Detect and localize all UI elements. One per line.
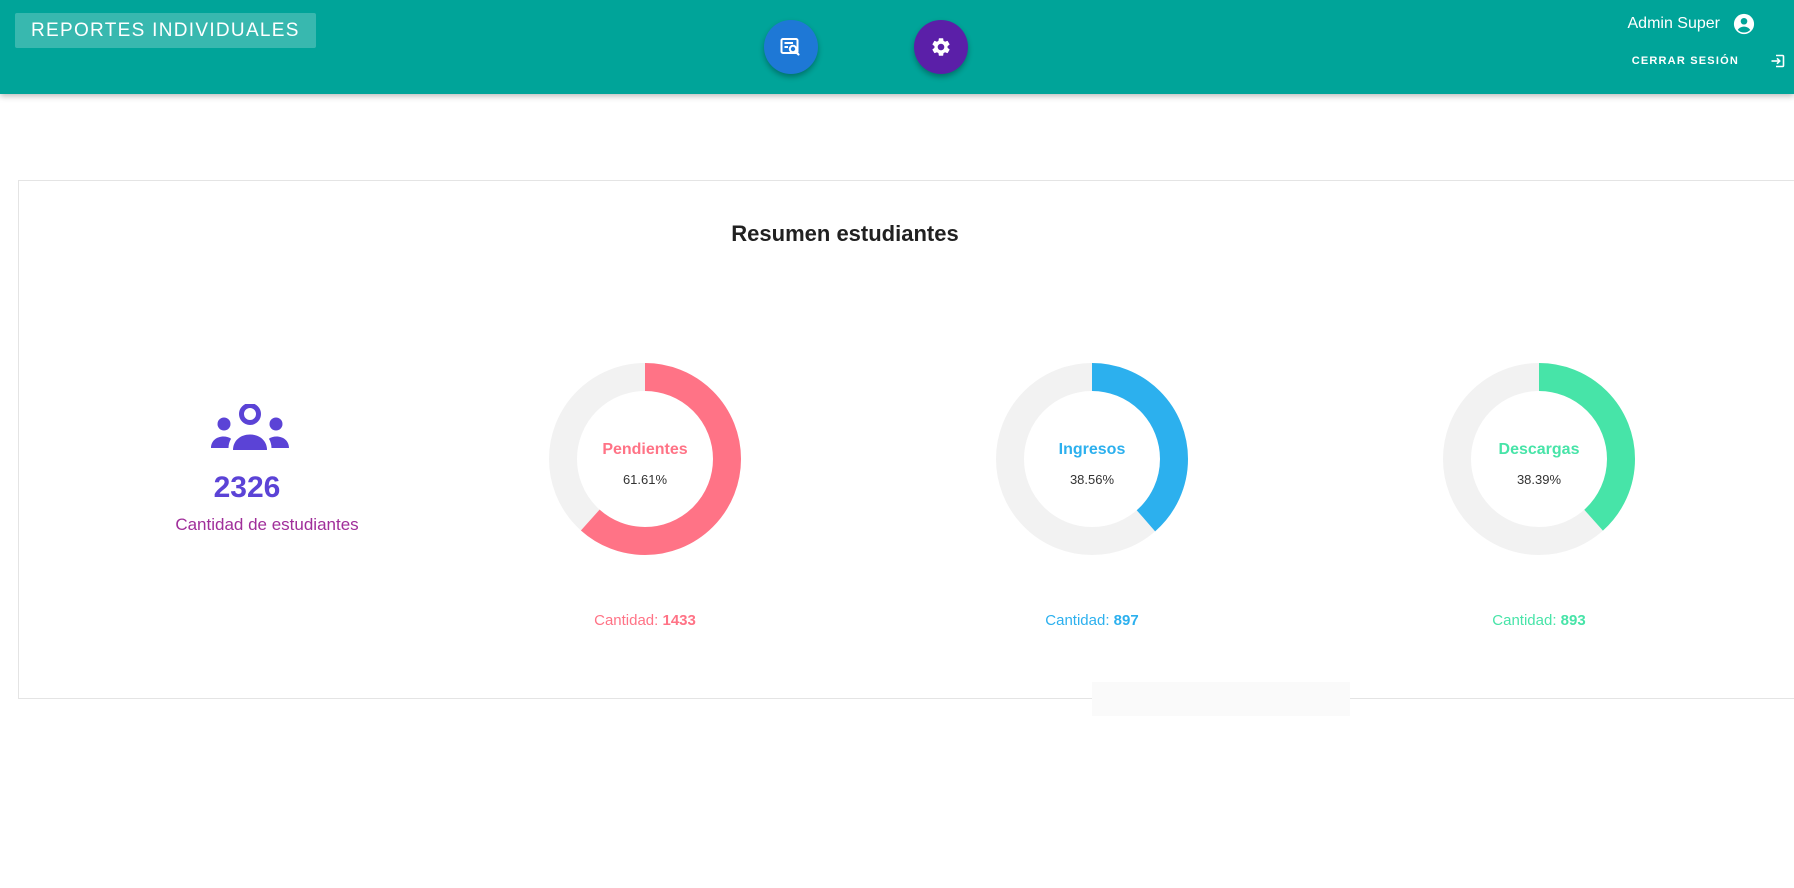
students-label: Cantidad de estudiantes <box>175 515 359 534</box>
pendientes-quantity-value: 1433 <box>662 612 696 629</box>
ingresos-label: Ingresos <box>1058 441 1126 458</box>
descargas-label: Descargas <box>1498 441 1580 458</box>
descargas-percent: 38.39% <box>1516 472 1562 487</box>
ingresos-quantity: Cantidad: 897 <box>962 612 1222 629</box>
ingresos-quantity-label: Cantidad: <box>1045 612 1110 629</box>
empty-overlay <box>1092 682 1350 716</box>
ingresos-percent: 38.56% <box>1069 472 1115 487</box>
page-title: REPORTES INDIVIDUALES <box>15 13 316 48</box>
descargas-quantity-value: 893 <box>1560 612 1586 629</box>
report-search-icon <box>780 38 800 56</box>
summary-title: Resumen estudiantes <box>731 221 959 246</box>
report-search-button[interactable] <box>764 20 818 74</box>
pendientes-percent: 61.61% <box>622 472 668 487</box>
descargas-donut-svg <box>1443 363 1635 555</box>
pendientes-donut-svg <box>549 363 741 555</box>
user-name: Admin Super <box>1627 15 1721 32</box>
pendientes-quantity-label: Cantidad: <box>594 612 659 629</box>
users-group-icon <box>211 404 289 450</box>
ingresos-donut-chart: Ingresos 38.56% <box>992 359 1192 559</box>
pendientes-donut-chart: Pendientes 61.61% <box>545 359 745 559</box>
settings-button[interactable] <box>914 20 968 74</box>
pendientes-label: Pendientes <box>602 441 688 458</box>
logout-button[interactable]: CERRAR SESIÓN <box>1632 55 1739 67</box>
descargas-donut-chart: Descargas 38.39% <box>1439 359 1639 559</box>
account-circle-icon[interactable] <box>1733 13 1755 35</box>
descargas-quantity-label: Cantidad: <box>1492 612 1557 629</box>
descargas-quantity: Cantidad: 893 <box>1409 612 1669 629</box>
students-count: 2326 <box>213 471 281 504</box>
logout-icon[interactable] <box>1770 53 1786 69</box>
pendientes-quantity: Cantidad: 1433 <box>515 612 775 629</box>
gear-icon <box>932 38 950 56</box>
top-app-bar: REPORTES INDIVIDUALES Admin Super CERRAR… <box>0 0 1794 94</box>
ingresos-quantity-value: 897 <box>1113 612 1139 629</box>
ingresos-donut-svg <box>996 363 1188 555</box>
